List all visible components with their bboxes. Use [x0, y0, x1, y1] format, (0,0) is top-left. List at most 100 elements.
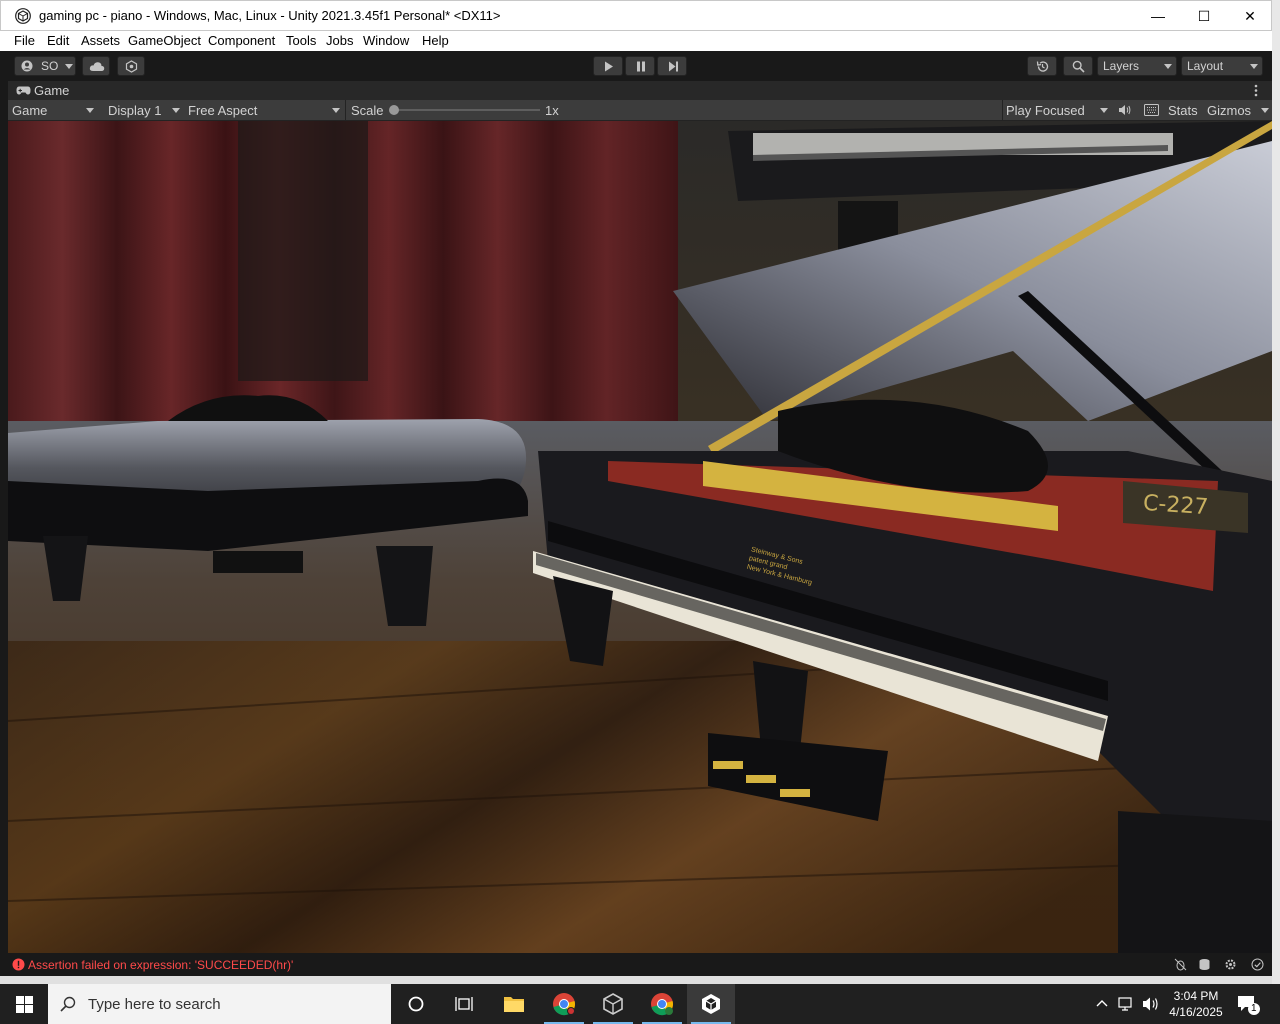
chevron-down-icon	[332, 108, 340, 113]
layers-dropdown[interactable]: Layers	[1097, 56, 1177, 76]
scale-value: 1x	[545, 102, 559, 118]
clock-time: 3:04 PM	[1173, 989, 1219, 1003]
maximize-icon: ☐	[1197, 7, 1211, 24]
menu-jobs[interactable]: Jobs	[326, 33, 353, 48]
volume-icon[interactable]	[1142, 996, 1160, 1012]
search-button[interactable]	[1063, 56, 1093, 76]
debug-icon[interactable]	[1174, 958, 1187, 971]
scale-label: Scale	[351, 102, 384, 118]
close-icon: ✕	[1244, 7, 1256, 24]
settings-icon[interactable]	[1224, 958, 1237, 971]
chrome-button[interactable]	[540, 984, 588, 1024]
editor-tab-bar: Game	[8, 81, 1272, 100]
chevron-down-icon	[1261, 108, 1269, 113]
task-view-icon	[455, 997, 473, 1011]
play-button[interactable]	[593, 56, 623, 76]
menu-bar: File Edit Assets GameObject Component To…	[0, 31, 1272, 51]
chevron-down-icon	[172, 108, 180, 113]
database-icon[interactable]	[1198, 958, 1211, 971]
menu-component[interactable]: Component	[208, 33, 275, 48]
more-options-icon[interactable]	[1254, 84, 1258, 97]
game-view-toolbar: Game Display 1 Free Aspect Scale 1x Play…	[8, 100, 1272, 121]
maximize-button[interactable]: ☐	[1181, 1, 1227, 31]
step-button[interactable]	[657, 56, 687, 76]
unity-editor-button[interactable]	[687, 984, 735, 1024]
start-button[interactable]	[0, 984, 48, 1024]
view-mode-label: Game	[12, 102, 48, 118]
scale-slider-thumb[interactable]	[389, 105, 399, 115]
taskbar: Type here to search 3:04 PM 4/16/2025 1	[0, 984, 1280, 1024]
undo-history-button[interactable]	[1027, 56, 1057, 76]
aspect-dropdown[interactable]: Free Aspect	[188, 100, 344, 120]
stats-button[interactable]: Stats	[1168, 100, 1198, 120]
file-explorer-button[interactable]	[490, 984, 538, 1024]
clock[interactable]: 3:04 PM 4/16/2025	[1166, 988, 1226, 1020]
tab-label: Game	[34, 83, 70, 98]
unity-logo-icon	[15, 8, 31, 24]
folder-icon	[504, 997, 524, 1012]
layout-label: Layout	[1187, 59, 1224, 73]
chevron-up-icon[interactable]	[1096, 999, 1108, 1007]
menu-window[interactable]: Window	[363, 33, 409, 48]
menu-file[interactable]: File	[14, 33, 35, 48]
window-left-edge	[0, 51, 8, 981]
layers-label: Layers	[1103, 59, 1140, 73]
chevron-down-icon	[1100, 108, 1108, 113]
pause-icon	[637, 61, 645, 72]
play-icon	[605, 61, 613, 72]
menu-tools[interactable]: Tools	[286, 33, 316, 48]
account-dropdown[interactable]: SO	[14, 56, 76, 76]
services-icon	[125, 60, 138, 73]
display-label: Display 1	[108, 102, 162, 118]
piano-scene	[8, 121, 1272, 953]
title-bar: gaming pc - piano - Windows, Mac, Linux …	[0, 0, 1272, 31]
piano-label-plate: C-227	[1142, 490, 1210, 521]
minimize-icon: —	[1151, 8, 1165, 24]
account-label: SO	[41, 59, 59, 73]
gamepad-icon	[16, 86, 31, 95]
display-dropdown[interactable]: Display 1	[108, 100, 182, 120]
unity-hub-button[interactable]	[589, 984, 637, 1024]
cortana-button[interactable]	[392, 984, 440, 1024]
tab-game[interactable]: Game	[8, 81, 78, 100]
keyboard-shortcuts-icon[interactable]	[1144, 104, 1159, 116]
chrome-profile-button[interactable]	[638, 984, 686, 1024]
menu-help[interactable]: Help	[422, 33, 449, 48]
cloud-button[interactable]	[82, 56, 110, 76]
scale-slider-track[interactable]	[392, 109, 540, 111]
menu-assets[interactable]: Assets	[81, 33, 120, 48]
search-placeholder: Type here to search	[88, 996, 221, 1013]
menu-edit[interactable]: Edit	[47, 33, 69, 48]
aspect-label: Free Aspect	[188, 102, 258, 118]
divider	[1002, 100, 1003, 120]
divider	[345, 100, 346, 120]
gizmos-dropdown[interactable]: Gizmos	[1207, 100, 1271, 120]
pause-button[interactable]	[625, 56, 655, 76]
play-mode-dropdown[interactable]: Play Focused	[1006, 100, 1110, 120]
window-bottom-edge	[0, 976, 1272, 984]
window-title: gaming pc - piano - Windows, Mac, Linux …	[39, 8, 501, 23]
taskbar-search[interactable]: Type here to search	[48, 984, 391, 1024]
menu-gameobject[interactable]: GameObject	[128, 33, 201, 48]
network-icon[interactable]	[1118, 996, 1136, 1012]
minimize-button[interactable]: —	[1135, 1, 1181, 31]
notification-center-button[interactable]: 1	[1234, 993, 1262, 1017]
view-mode-dropdown[interactable]: Game	[12, 100, 98, 120]
check-circle-icon[interactable]	[1251, 958, 1264, 971]
close-button[interactable]: ✕	[1227, 1, 1273, 31]
console-status-bar[interactable]: Assertion failed on expression: 'SUCCEED…	[8, 953, 1272, 976]
step-icon	[669, 61, 678, 72]
layout-dropdown[interactable]: Layout	[1181, 56, 1263, 76]
history-icon	[1036, 61, 1049, 72]
notification-count: 1	[1248, 1003, 1260, 1015]
mute-audio-icon[interactable]	[1118, 104, 1131, 116]
chrome-icon	[651, 993, 674, 1016]
windows-logo-icon	[15, 995, 33, 1013]
game-viewport[interactable]: C-227 Steinway & Sons patent grand New Y…	[8, 121, 1272, 953]
collab-button[interactable]	[117, 56, 145, 76]
cortana-circle-icon	[408, 996, 424, 1012]
task-view-button[interactable]	[440, 984, 488, 1024]
main-toolbar: SO Layers Layout	[0, 51, 1272, 81]
account-icon	[21, 60, 33, 72]
error-message: Assertion failed on expression: 'SUCCEED…	[28, 958, 294, 972]
